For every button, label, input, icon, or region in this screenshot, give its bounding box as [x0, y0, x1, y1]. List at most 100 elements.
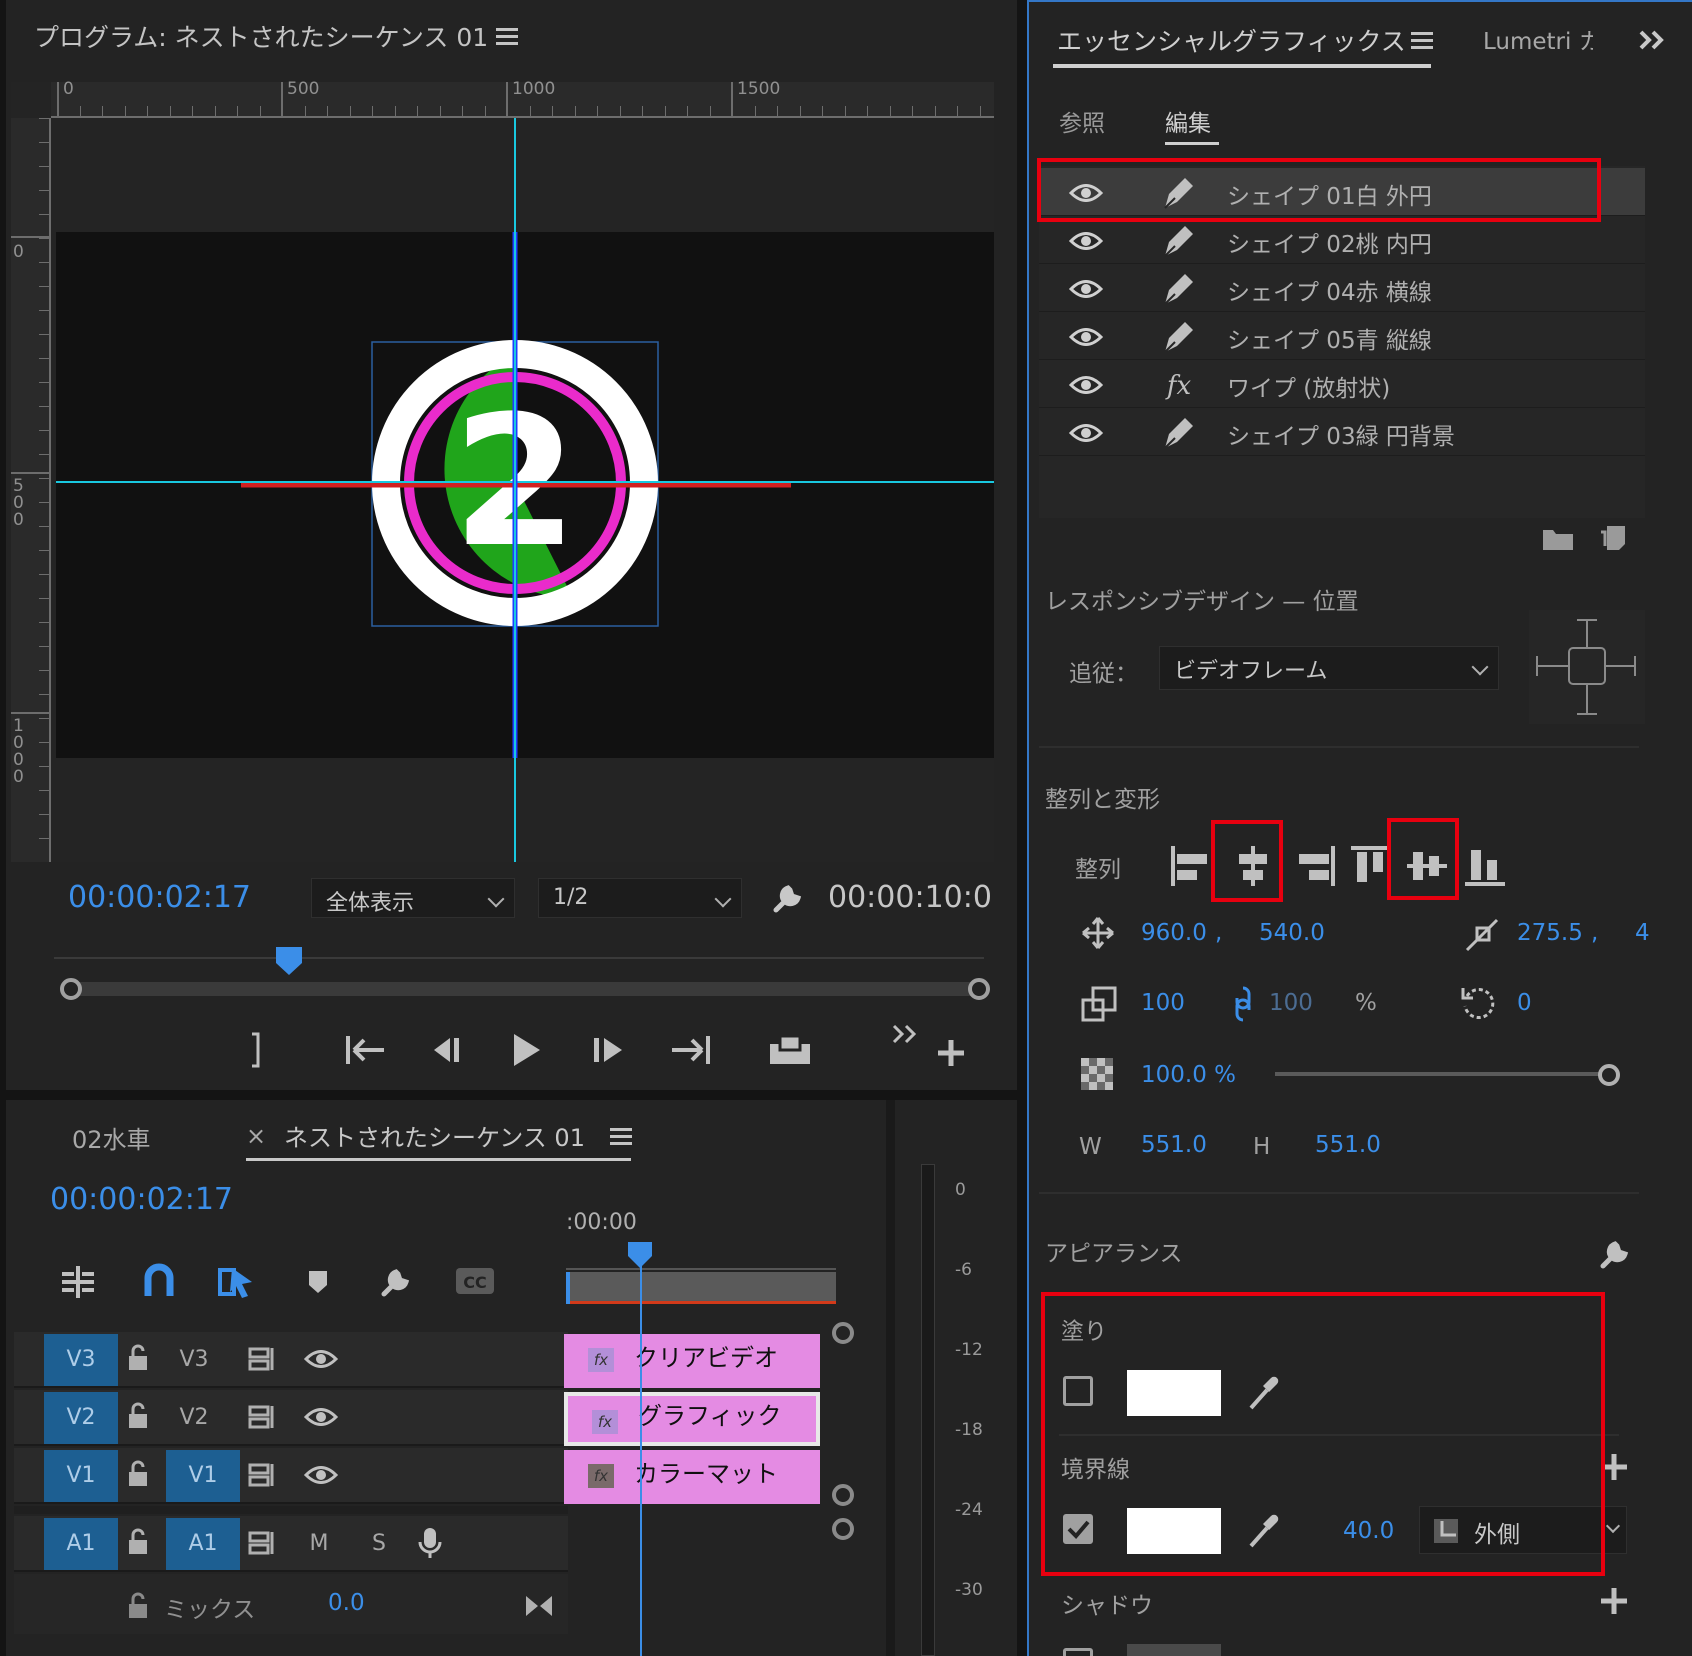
height-value[interactable]: 551.0: [1315, 1132, 1381, 1158]
lock-icon[interactable]: [126, 1460, 150, 1488]
snap-magnet-icon[interactable]: [142, 1262, 176, 1298]
layer-row[interactable]: シェイプ 05青 縦線: [1039, 312, 1645, 360]
nest-toggle-icon[interactable]: [58, 1264, 98, 1300]
wrench-icon[interactable]: [770, 880, 806, 916]
appearance-wrench-icon[interactable]: [1597, 1232, 1635, 1272]
go-to-out-icon[interactable]: [668, 1032, 712, 1068]
scale-value[interactable]: 100: [1141, 990, 1185, 1016]
timeline-settings-wrench-icon[interactable]: [378, 1262, 414, 1300]
rotation-value[interactable]: 0: [1517, 990, 1532, 1016]
mix-bowtie-icon[interactable]: [524, 1594, 554, 1618]
mute-button[interactable]: M: [304, 1518, 334, 1570]
clip-clear-video[interactable]: fx クリアビデオ: [564, 1334, 820, 1388]
pin-to-widget[interactable]: [1529, 610, 1645, 724]
program-current-timecode[interactable]: 00:00:02:17: [68, 880, 251, 915]
resolution-select[interactable]: 1/2: [538, 878, 742, 918]
lock-icon[interactable]: [126, 1528, 150, 1556]
visibility-eye-icon[interactable]: [1069, 278, 1103, 300]
width-value[interactable]: 551.0: [1141, 1132, 1207, 1158]
source-patch-v1[interactable]: V1: [44, 1450, 118, 1502]
eg-panel-tab[interactable]: エッセンシャルグラフィックス: [1057, 22, 1406, 58]
tab-02-suisha[interactable]: 02水車: [72, 1120, 151, 1155]
zoom-handle-right[interactable]: [968, 978, 990, 1000]
visibility-eye-icon[interactable]: [1069, 326, 1103, 348]
playhead-marker[interactable]: [274, 945, 304, 977]
shadow-color-swatch[interactable]: [1127, 1644, 1221, 1656]
sync-lock-icon[interactable]: [248, 1530, 278, 1556]
visibility-eye-icon[interactable]: [1069, 230, 1103, 252]
layer-row[interactable]: シェイプ 03緑 円背景: [1039, 408, 1645, 456]
visibility-eye-icon[interactable]: [1069, 374, 1103, 396]
anchor-y-value[interactable]: 4: [1635, 920, 1650, 946]
track-target-v3[interactable]: V3: [164, 1334, 224, 1386]
eye-icon[interactable]: [304, 1348, 338, 1370]
step-back-icon[interactable]: [426, 1032, 466, 1068]
anchor-x-value[interactable]: 275.5: [1517, 920, 1583, 946]
work-area-bar[interactable]: [566, 1272, 836, 1304]
source-patch-v3[interactable]: V3: [44, 1334, 118, 1386]
panel-overflow-icon[interactable]: [1637, 28, 1667, 52]
hamburger-menu-icon[interactable]: [496, 28, 518, 46]
layer-row[interactable]: シェイプ 02桃 内円: [1039, 216, 1645, 264]
program-viewer[interactable]: 0 500 1000 1500 0 500 1000: [11, 79, 994, 862]
linked-selection-icon[interactable]: [216, 1262, 256, 1300]
add-button-icon[interactable]: [934, 1036, 968, 1070]
zoom-level-select[interactable]: 全体表示: [311, 878, 515, 918]
tab-nested-sequence[interactable]: ネストされたシーケンス 01: [284, 1118, 585, 1153]
layer-row[interactable]: fx ワイプ (放射状): [1039, 360, 1645, 408]
tab-close-icon[interactable]: ×: [246, 1122, 266, 1150]
opacity-slider-track[interactable]: [1275, 1072, 1609, 1076]
lock-icon[interactable]: [126, 1592, 150, 1620]
track-divider[interactable]: [14, 1506, 568, 1514]
zoom-handle-left[interactable]: [60, 978, 82, 1000]
clip-color-matte[interactable]: fx カラーマット: [564, 1450, 820, 1504]
eg-menu-icon[interactable]: [1411, 32, 1433, 50]
position-x-value[interactable]: 960.0: [1141, 920, 1207, 946]
vertical-scroll-handle-top[interactable]: [832, 1322, 854, 1344]
lock-icon[interactable]: [126, 1344, 150, 1372]
position-y-value[interactable]: 540.0: [1259, 920, 1325, 946]
source-patch-v2[interactable]: V2: [44, 1392, 118, 1444]
lumetri-tab[interactable]: Lumetri カ: [1483, 22, 1593, 56]
microphone-icon[interactable]: [418, 1526, 442, 1560]
lock-icon[interactable]: [126, 1402, 150, 1430]
visibility-eye-icon[interactable]: [1069, 422, 1103, 444]
track-target-v2[interactable]: V2: [164, 1392, 224, 1444]
track-target-a1[interactable]: A1: [166, 1518, 240, 1570]
export-frame-icon[interactable]: [766, 1030, 814, 1070]
timeline-current-timecode[interactable]: 00:00:02:17: [50, 1182, 233, 1217]
captions-icon[interactable]: CC: [454, 1266, 496, 1296]
play-icon[interactable]: [508, 1030, 544, 1070]
tab-edit[interactable]: 編集: [1165, 104, 1211, 138]
timeline-menu-icon[interactable]: [610, 1128, 632, 1146]
tab-browse[interactable]: 参照: [1059, 104, 1105, 138]
track-target-v1[interactable]: V1: [166, 1450, 240, 1502]
add-marker-icon[interactable]: [306, 1268, 330, 1296]
align-bottom-icon[interactable]: [1463, 844, 1507, 888]
opacity-value[interactable]: 100.0 %: [1141, 1062, 1236, 1088]
solo-button[interactable]: S: [364, 1518, 394, 1570]
new-group-folder-icon[interactable]: [1541, 524, 1575, 552]
align-left-icon[interactable]: [1169, 844, 1213, 888]
layer-row[interactable]: シェイプ 04赤 横線: [1039, 264, 1645, 312]
align-right-icon[interactable]: [1293, 844, 1337, 888]
mark-out-icon[interactable]: [246, 1030, 266, 1070]
go-to-in-icon[interactable]: [344, 1032, 388, 1068]
sync-lock-icon[interactable]: [248, 1404, 278, 1430]
zoom-scrollbar[interactable]: [66, 982, 981, 996]
sync-lock-icon[interactable]: [248, 1462, 278, 1488]
new-layer-icon[interactable]: [1599, 524, 1627, 552]
sync-lock-icon[interactable]: [248, 1346, 278, 1372]
timeline-time-ruler[interactable]: [566, 1240, 836, 1270]
clip-graphic[interactable]: fx グラフィック: [564, 1392, 820, 1446]
follow-select[interactable]: ビデオフレーム: [1159, 646, 1499, 690]
add-shadow-icon[interactable]: [1597, 1584, 1631, 1618]
link-scale-icon[interactable]: [1233, 986, 1253, 1022]
opacity-slider-handle[interactable]: [1598, 1064, 1620, 1086]
eye-icon[interactable]: [304, 1406, 338, 1428]
source-patch-a1[interactable]: A1: [44, 1518, 118, 1570]
mini-timeline-ruler[interactable]: [54, 945, 984, 975]
audio-scroll-handle[interactable]: [832, 1518, 854, 1540]
work-area-start[interactable]: [566, 1272, 570, 1304]
vertical-scroll-handle-bottom[interactable]: [832, 1484, 854, 1506]
